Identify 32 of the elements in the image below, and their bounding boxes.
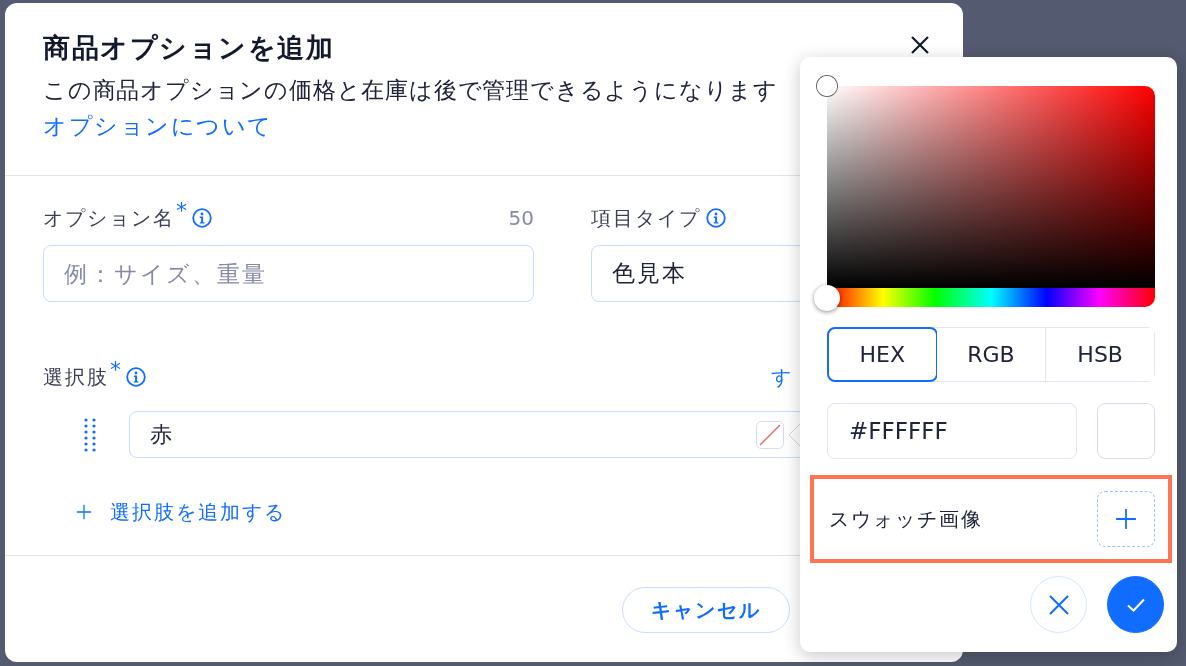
input-field[interactable]: 例：サイズ、重量 [43, 245, 534, 302]
confirm-button[interactable] [1107, 576, 1164, 633]
choices-link[interactable]: す [771, 363, 793, 391]
field-label: 選択肢 [43, 364, 109, 391]
dialog-title: 商品オプションを追加 [43, 31, 334, 65]
required-asterisk: * [110, 359, 121, 381]
add-image-button[interactable] [1097, 491, 1155, 547]
cancel-button[interactable] [1030, 576, 1087, 633]
info-icon [192, 208, 212, 228]
color-picker-handle[interactable] [817, 76, 837, 96]
character-counter: 50 [508, 206, 534, 230]
drag-handle-icon[interactable] [84, 417, 96, 452]
cancel-button[interactable]: キャンセル [622, 587, 790, 633]
hex-input[interactable]: #FFFFFF [827, 403, 1077, 459]
color-mode-tab[interactable]: HSB [1045, 328, 1154, 381]
close-icon [910, 35, 930, 55]
close-icon [1047, 593, 1070, 616]
plus-icon [1115, 508, 1137, 530]
info-icon [126, 367, 146, 387]
plus-icon [76, 504, 92, 520]
info-icon [706, 208, 726, 228]
help-link[interactable]: オプションについて [43, 109, 273, 143]
dialog-description: この商品オプションの価格と在庫は後で管理できるようになります [43, 76, 778, 105]
hue-slider-handle[interactable] [814, 284, 840, 311]
field-label: オプション名 [43, 205, 175, 232]
color-mode-tab[interactable]: HEX [827, 327, 938, 382]
swatch-image-label: スウォッチ画像 [829, 505, 983, 533]
no-color-swatch-icon[interactable] [756, 420, 784, 449]
color-swatch-icon [1097, 403, 1155, 459]
required-asterisk: * [176, 200, 187, 222]
add-choice-button[interactable]: 選択肢を追加する [76, 497, 286, 527]
field-label: 項目タイプ [591, 205, 701, 232]
